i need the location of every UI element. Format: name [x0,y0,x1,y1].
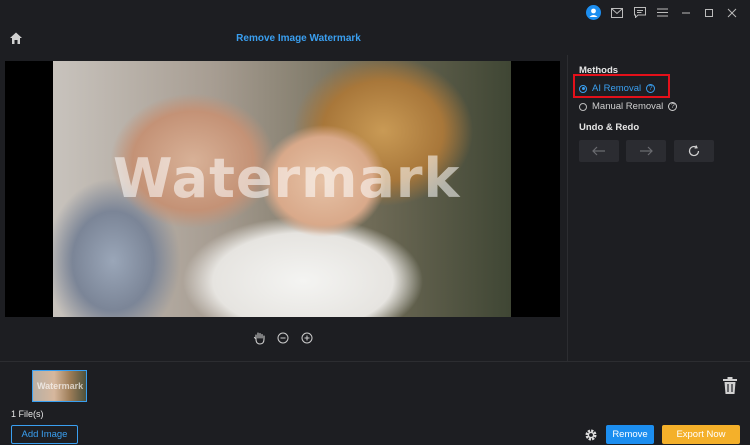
mail-icon[interactable] [608,4,625,21]
image-canvas[interactable]: Watermark [5,61,560,317]
title-bar [0,0,750,25]
ai-removal-option[interactable]: AI Removal ? [579,83,656,94]
window-controls [585,4,740,21]
hand-icon[interactable] [252,331,266,345]
user-icon[interactable] [585,4,602,21]
undo-button[interactable] [579,140,619,162]
reset-button[interactable] [674,140,714,162]
remove-button[interactable]: Remove [606,425,654,444]
zoom-out-icon[interactable] [276,331,290,345]
zoom-controls [252,331,314,345]
preview-photo: Watermark [53,61,511,317]
reset-icon [688,145,700,157]
header: Remove Image Watermark [0,25,567,55]
help-icon[interactable]: ? [668,102,678,111]
maximize-icon[interactable] [700,4,717,21]
close-icon[interactable] [723,4,740,21]
trash-icon[interactable] [722,376,740,396]
ai-removal-radio[interactable] [579,84,587,93]
manual-removal-option[interactable]: Manual Removal ? [579,101,678,112]
menu-icon[interactable] [654,4,671,21]
redo-icon [640,146,653,156]
feedback-icon[interactable] [631,4,648,21]
manual-removal-radio[interactable] [579,102,587,111]
gear-icon[interactable] [584,428,598,442]
help-icon[interactable]: ? [646,84,656,93]
thumbnail-watermark-text: Watermark [37,381,84,391]
export-now-button[interactable]: Export Now [662,425,740,444]
image-thumbnail[interactable]: Watermark [32,370,87,402]
watermark-text: Watermark [113,147,461,210]
manual-removal-label: Manual Removal [592,101,664,112]
ai-removal-label: AI Removal [592,83,642,94]
redo-button[interactable] [626,140,666,162]
undo-redo-heading: Undo & Redo [579,122,640,133]
undo-icon [592,146,605,156]
minimize-icon[interactable] [677,4,694,21]
bottom-bar: Watermark 1 File(s) Add Image Remove Exp… [0,361,750,445]
zoom-in-icon[interactable] [300,331,314,345]
files-count: 1 File(s) [11,409,44,419]
add-image-button[interactable]: Add Image [11,425,78,444]
page-title: Remove Image Watermark [236,33,361,44]
methods-panel: Methods AI Removal ? Manual Removal ? Un… [567,55,750,361]
